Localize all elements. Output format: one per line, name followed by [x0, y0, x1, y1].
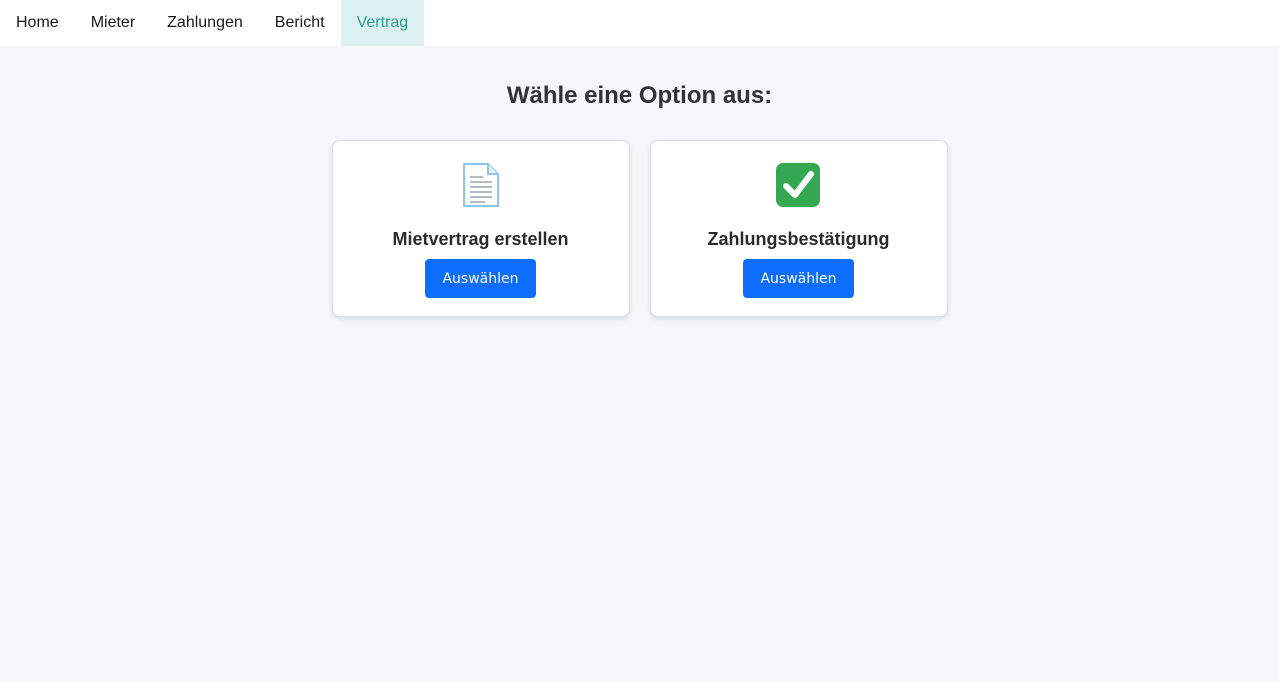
option-cards: Mietvertrag erstellen Auswählen Zahlungs… — [331, 140, 948, 317]
nav-item-home[interactable]: Home — [0, 0, 75, 46]
nav-item-bericht[interactable]: Bericht — [259, 0, 341, 46]
option-card-zahlungsbestaetigung: Zahlungsbestätigung Auswählen — [649, 140, 948, 317]
card-title: Mietvertrag erstellen — [392, 229, 569, 249]
main-content: Wähle eine Option aus: Mietvertrag erste… — [0, 46, 1279, 317]
option-card-mietvertrag: Mietvertrag erstellen Auswählen — [331, 140, 630, 317]
page-title: Wähle eine Option aus: — [506, 82, 773, 109]
document-icon — [457, 161, 505, 209]
select-zahlungsbestaetigung-button[interactable]: Auswählen — [743, 259, 854, 298]
select-mietvertrag-button[interactable]: Auswählen — [425, 259, 536, 298]
check-mark-icon — [775, 161, 823, 209]
nav-item-mieter[interactable]: Mieter — [75, 0, 151, 46]
nav-item-zahlungen[interactable]: Zahlungen — [151, 0, 259, 46]
nav-item-vertrag[interactable]: Vertrag — [340, 0, 425, 46]
card-title: Zahlungsbestätigung — [707, 229, 890, 249]
top-navigation: Home Mieter Zahlungen Bericht Vertrag — [0, 0, 1279, 46]
